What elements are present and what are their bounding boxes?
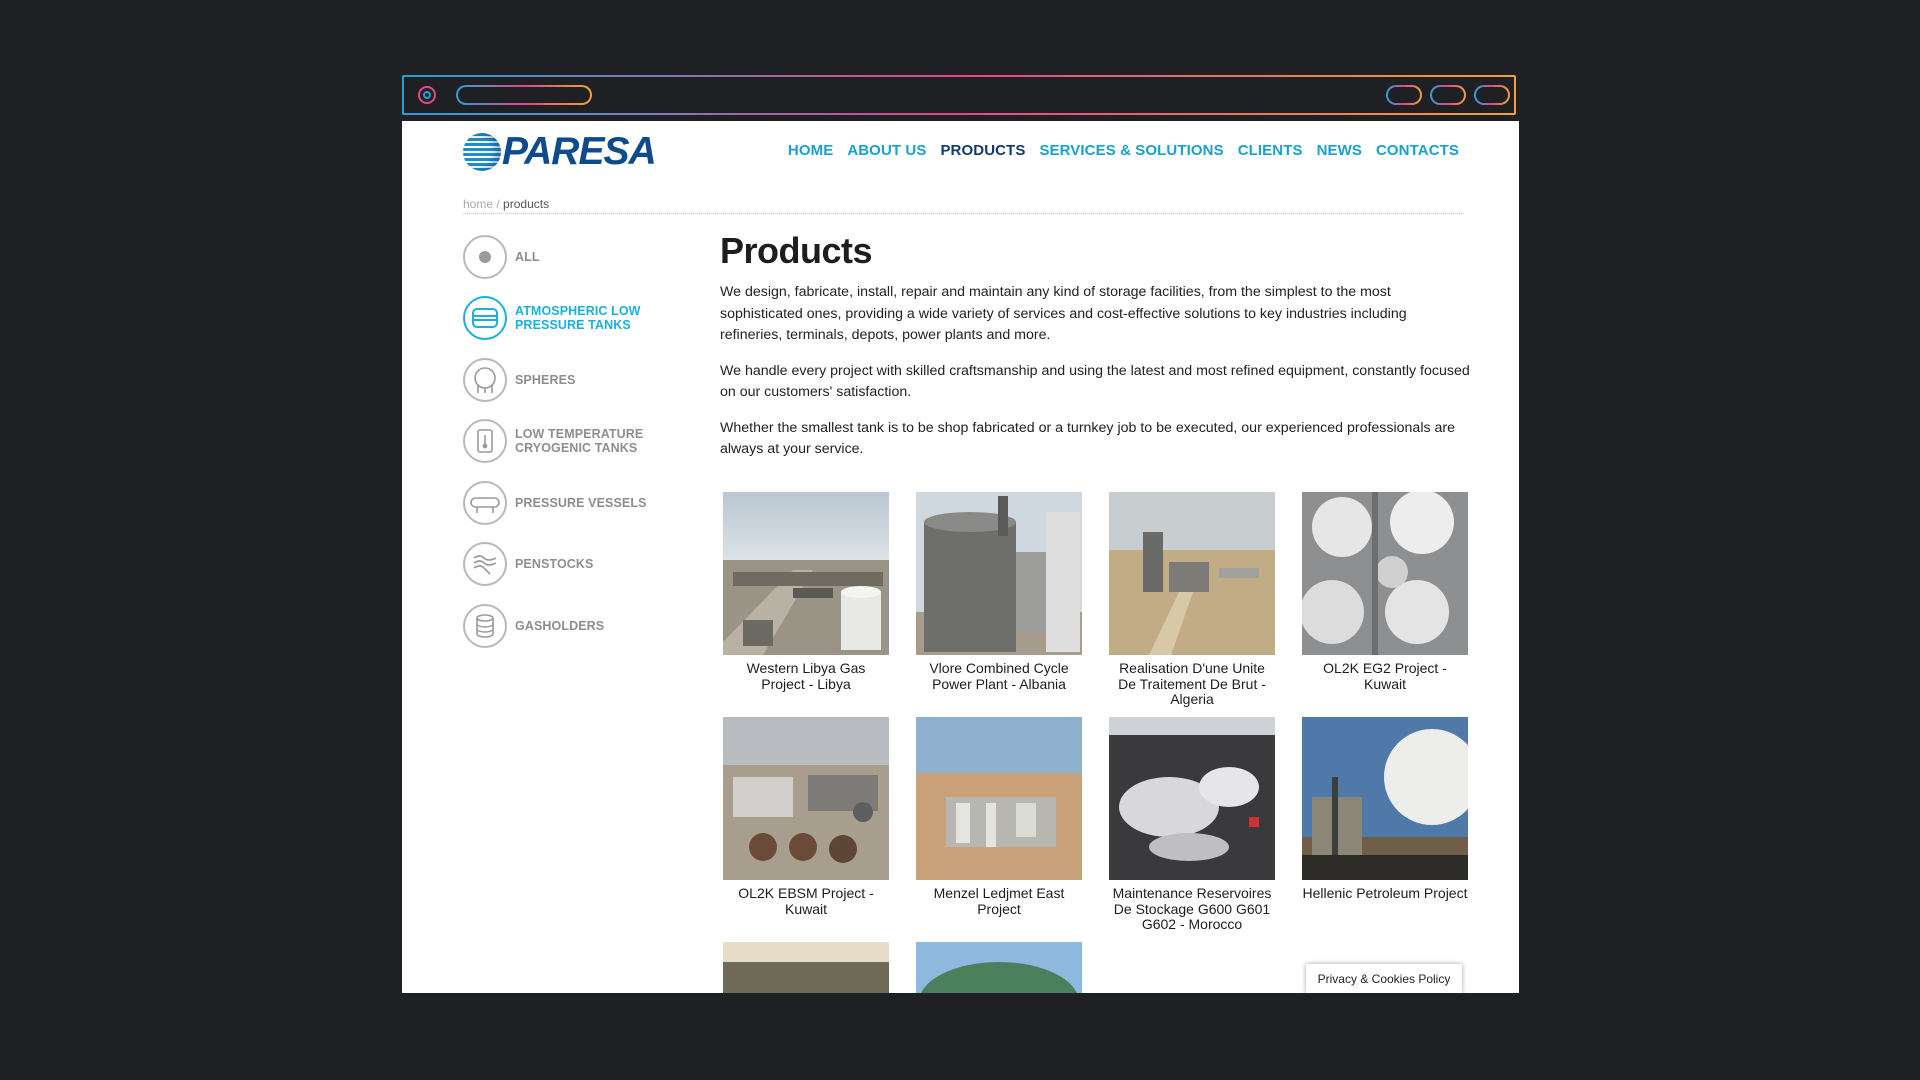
breadcrumb: home / products — [463, 197, 549, 211]
breadcrumb-separator: / — [493, 197, 504, 211]
nav-clients[interactable]: CLIENTS — [1238, 142, 1303, 159]
project-caption[interactable]: Maintenance Reservoires De Stockage G600… — [1109, 885, 1275, 933]
project-caption[interactable]: Vlore Combined Cycle Power Plant - Alban… — [916, 660, 1082, 692]
thermometer-tank-icon — [463, 419, 507, 463]
nav-products[interactable]: PRODUCTS — [940, 142, 1025, 159]
main-nav: HOME ABOUT US PRODUCTS SERVICES & SOLUTI… — [788, 142, 1459, 159]
category-label: PENSTOCKS — [515, 557, 594, 571]
globe-logo-icon — [463, 133, 501, 171]
project-card[interactable]: Hellenic Petroleum Project — [1302, 717, 1468, 902]
browser-button-1[interactable] — [1386, 85, 1422, 105]
project-photo[interactable] — [723, 942, 889, 993]
page-title: Products — [720, 230, 873, 271]
browser-button-3[interactable] — [1474, 85, 1510, 105]
intro-paragraph: We handle every project with skilled cra… — [720, 362, 1470, 401]
nav-contacts[interactable]: CONTACTS — [1376, 142, 1459, 159]
project-photo[interactable] — [916, 492, 1082, 655]
main-content: Products We design, fabricate, install, … — [720, 229, 1470, 475]
project-caption[interactable]: Western Libya Gas Project - Libya — [723, 660, 889, 692]
nav-about-us[interactable]: ABOUT US — [847, 142, 926, 159]
project-card[interactable]: Vlore Combined Cycle Power Plant - Alban… — [916, 492, 1082, 692]
nav-services-solutions[interactable]: SERVICES & SOLUTIONS — [1039, 142, 1223, 159]
project-caption[interactable]: OL2K EBSM Project - Kuwait — [723, 885, 889, 917]
paresa-logo[interactable]: PARESA — [463, 130, 657, 173]
category-all[interactable]: ALL — [463, 233, 663, 280]
breadcrumb-divider — [463, 213, 1464, 214]
project-card[interactable] — [916, 942, 1082, 993]
breadcrumb-current: products — [503, 197, 550, 211]
project-card[interactable]: OL2K EBSM Project - Kuwait — [723, 717, 889, 917]
category-spheres[interactable]: SPHERES — [463, 356, 663, 403]
project-caption[interactable]: Menzel Ledjmet East Project — [916, 885, 1082, 917]
project-caption[interactable]: Realisation D'une Unite De Traitement De… — [1109, 660, 1275, 708]
dot-icon — [463, 234, 507, 279]
tank-icon — [463, 296, 507, 340]
category-gasholders[interactable]: GASHOLDERS — [463, 602, 663, 649]
category-label: ALL — [515, 249, 540, 264]
project-caption[interactable]: OL2K EG2 Project - Kuwait — [1302, 660, 1468, 692]
project-photo[interactable] — [723, 492, 889, 655]
category-label: PRESSURE VESSELS — [515, 495, 647, 510]
category-label: LOW TEMPERATURE CRYOGENIC TANKS — [515, 427, 644, 455]
category-label: SPHERES — [515, 372, 576, 387]
project-card[interactable]: Menzel Ledjmet East Project — [916, 717, 1082, 917]
address-bar[interactable] — [456, 85, 592, 105]
category-atmospheric-low-pressure-tanks[interactable]: ATMOSPHERIC LOW PRESSURE TANKS — [463, 295, 663, 342]
category-low-temperature-cryogenic-tanks[interactable]: LOW TEMPERATURE CRYOGENIC TANKS — [463, 418, 663, 465]
project-caption[interactable]: Hellenic Petroleum Project — [1302, 885, 1468, 902]
penstock-icon — [463, 542, 507, 586]
project-photo[interactable] — [1109, 492, 1275, 655]
category-pressure-vessels[interactable]: PRESSURE VESSELS — [463, 479, 663, 526]
sphere-icon — [463, 357, 507, 402]
webpage: PARESA HOME ABOUT US PRODUCTS SERVICES &… — [402, 121, 1519, 993]
project-photo[interactable] — [723, 717, 889, 880]
project-card[interactable]: Realisation D'une Unite De Traitement De… — [1109, 492, 1275, 708]
vessel-icon — [463, 480, 507, 525]
project-card[interactable]: Western Libya Gas Project - Libya — [723, 492, 889, 692]
category-label: ATMOSPHERIC LOW PRESSURE TANKS — [515, 304, 641, 332]
breadcrumb-home[interactable]: home — [463, 197, 493, 211]
nav-home[interactable]: HOME — [788, 142, 833, 159]
project-photo[interactable] — [1109, 717, 1275, 880]
browser-logo-icon[interactable] — [418, 86, 436, 104]
browser-toolbar — [402, 75, 1516, 115]
logo-text: PARESA — [502, 130, 657, 173]
project-photo[interactable] — [916, 717, 1082, 880]
project-photo[interactable] — [1302, 717, 1468, 880]
browser-button-2[interactable] — [1430, 85, 1466, 105]
category-label: GASHOLDERS — [515, 618, 605, 633]
gasholder-icon — [463, 603, 507, 648]
project-photo[interactable] — [916, 942, 1082, 993]
intro-paragraph: We design, fabricate, install, repair an… — [720, 284, 1407, 343]
category-penstocks[interactable]: PENSTOCKS — [463, 541, 663, 588]
intro-paragraph: Whether the smallest tank is to be shop … — [720, 419, 1456, 458]
project-photo[interactable] — [1302, 492, 1468, 655]
nav-news[interactable]: NEWS — [1317, 142, 1362, 159]
project-card[interactable]: OL2K EG2 Project - Kuwait — [1302, 492, 1468, 692]
privacy-cookies-button[interactable]: Privacy & Cookies Policy — [1306, 964, 1462, 993]
project-card[interactable]: Maintenance Reservoires De Stockage G600… — [1109, 717, 1275, 933]
category-sidebar: ALL ATMOSPHERIC LOW PRESSURE TANKS SPHER… — [463, 233, 663, 664]
project-card[interactable] — [723, 942, 889, 993]
